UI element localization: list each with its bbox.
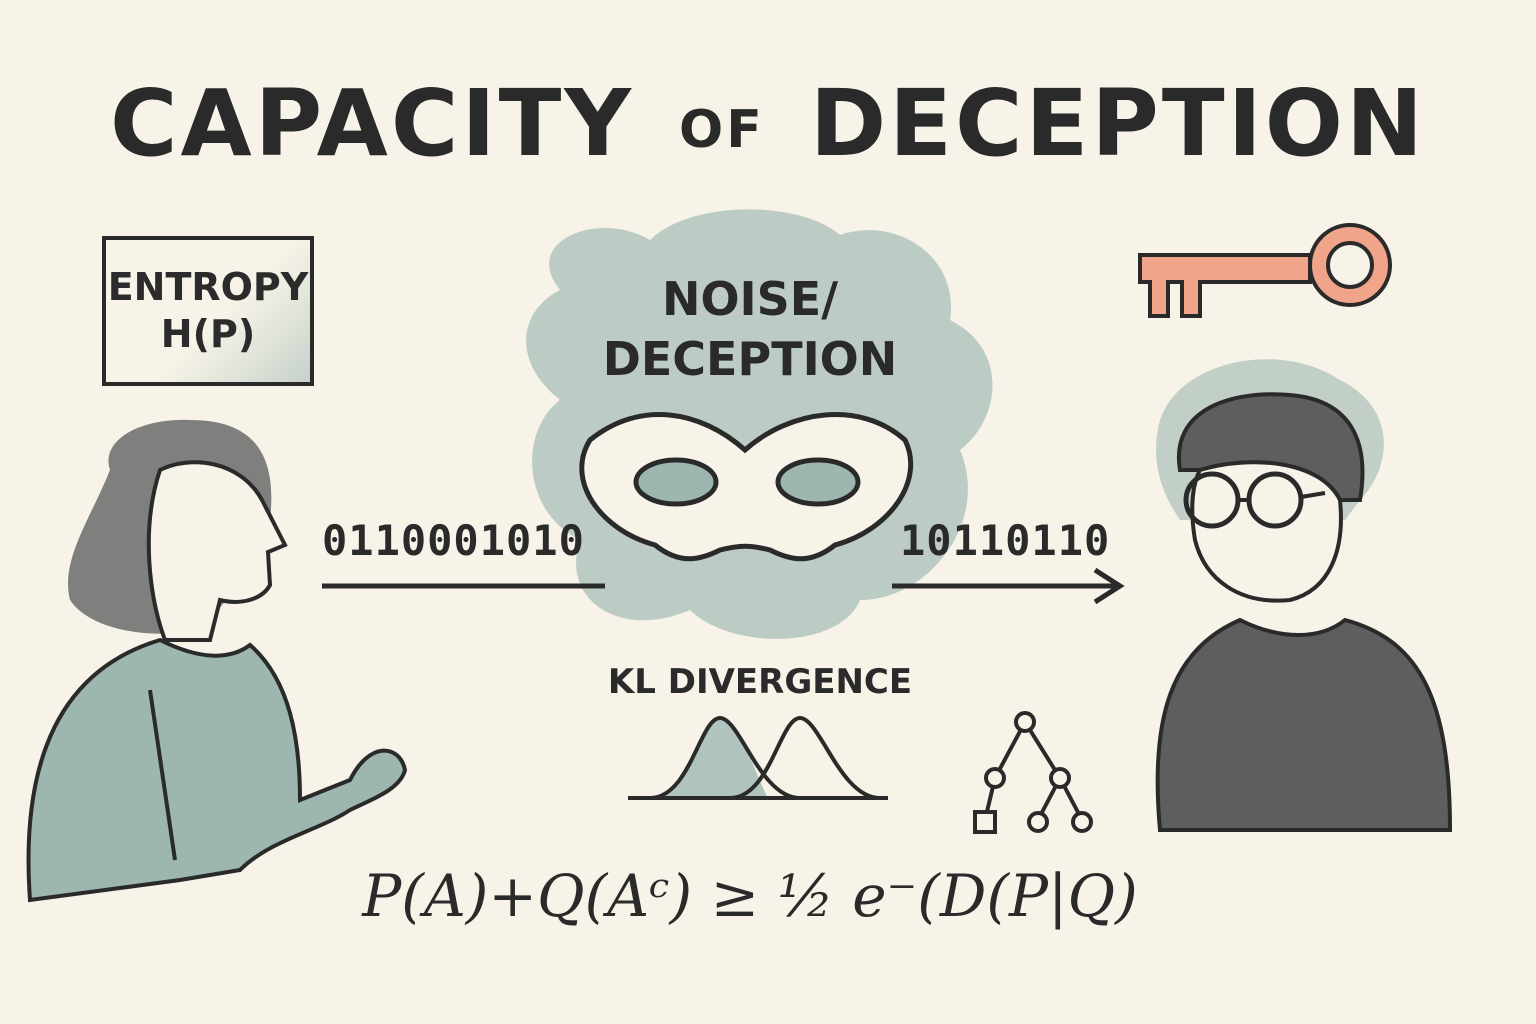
key-icon bbox=[1138, 223, 1392, 318]
page-title: CAPACITY OF DECEPTION bbox=[0, 70, 1536, 177]
entropy-label: ENTROPY bbox=[107, 264, 309, 309]
title-connector: OF bbox=[679, 100, 765, 160]
noise-label: NOISE/ DECEPTION bbox=[560, 270, 940, 390]
entropy-box: ENTROPY H(P) bbox=[102, 236, 314, 386]
title-right: DECEPTION bbox=[809, 70, 1427, 177]
bits-sent: 0110001010 bbox=[322, 516, 585, 565]
noise-label-line1: NOISE/ bbox=[661, 272, 839, 326]
bits-received: 10110110 bbox=[900, 516, 1111, 565]
kl-divergence-label: KL DIVERGENCE bbox=[607, 662, 913, 702]
distribution-curves-icon bbox=[628, 715, 888, 800]
receiver-person bbox=[1155, 359, 1453, 832]
bound-formula: P(A)+Q(Aᶜ) ≥ ½ e⁻(D(P|Q) bbox=[362, 862, 1138, 930]
title-left: CAPACITY bbox=[109, 70, 635, 177]
noise-label-line2: DECEPTION bbox=[602, 331, 898, 386]
entropy-formula: H(P) bbox=[160, 312, 256, 356]
sender-person bbox=[26, 419, 408, 903]
tree-icon bbox=[973, 711, 1093, 834]
